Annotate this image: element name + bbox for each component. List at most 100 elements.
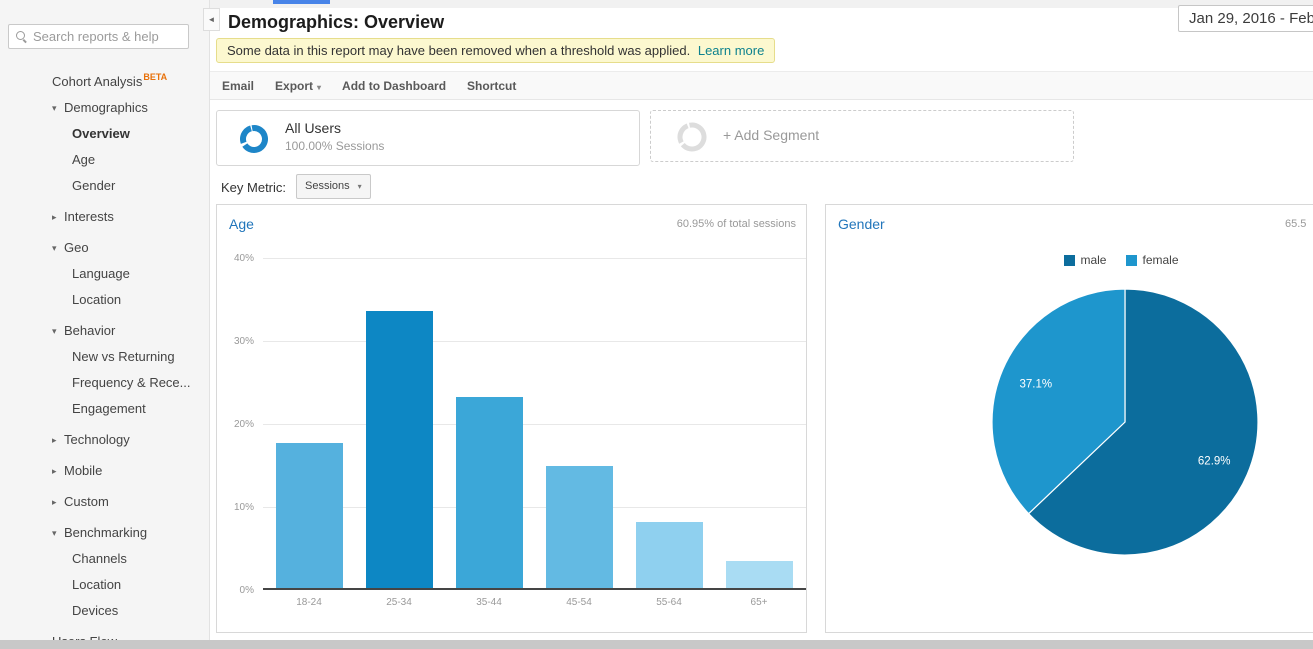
- sidebar-item-custom[interactable]: ▸Custom: [0, 489, 209, 515]
- age-card-title-link[interactable]: Age: [229, 216, 254, 232]
- key-metric-dropdown[interactable]: Sessions ▾: [296, 174, 371, 199]
- y-tick-label: 10%: [217, 502, 254, 513]
- sidebar-item-mobile[interactable]: ▸Mobile: [0, 458, 209, 484]
- sidebar-item-label: Frequency & Rece...: [72, 375, 191, 390]
- age-chart-card: Age 60.95% of total sessions 40% 30% 20% 10…: [216, 204, 807, 633]
- sidebar-item-benchmarking[interactable]: ▾Benchmarking: [0, 520, 209, 546]
- date-range-selector[interactable]: Jan 29, 2016 - Feb: [1178, 5, 1313, 32]
- x-tick-label: 35-44: [444, 597, 534, 608]
- toolbar-add-to-dashboard-button[interactable]: Add to Dashboard: [342, 79, 446, 93]
- sidebar-item-cohort-analysis[interactable]: Cohort AnalysisBETA: [0, 64, 209, 90]
- gender-pie-chart: 62.9% 37.1%: [826, 205, 1313, 634]
- segment-name: All Users: [285, 120, 341, 136]
- add-segment-button[interactable]: + Add Segment: [650, 110, 1074, 162]
- sidebar-item-label: Gender: [72, 178, 115, 193]
- x-tick-label: 25-34: [354, 597, 444, 608]
- chevron-down-icon: ▾: [52, 235, 64, 261]
- sidebar-item-label: Cohort Analysis: [52, 74, 142, 89]
- key-metric-value: Sessions: [305, 180, 350, 192]
- gridline: [263, 258, 806, 259]
- sidebar-item-engagement[interactable]: Engagement: [0, 396, 209, 422]
- bar-55-64[interactable]: [636, 522, 703, 588]
- search-input[interactable]: [33, 29, 181, 44]
- bar-65[interactable]: [726, 561, 793, 588]
- key-metric-label: Key Metric:: [221, 180, 286, 195]
- pie-slice-value-label: 62.9%: [1198, 455, 1231, 467]
- bar-25-34[interactable]: [366, 311, 433, 588]
- toolbar-button-label: Shortcut: [467, 79, 516, 93]
- sidebar-item-overview[interactable]: Overview: [0, 121, 209, 147]
- y-tick-label: 30%: [217, 336, 254, 347]
- y-tick-label: 20%: [217, 419, 254, 430]
- x-tick-label: 45-54: [534, 597, 624, 608]
- segment-detail: 100.00% Sessions: [285, 139, 384, 153]
- chevron-down-icon: ▾: [52, 95, 64, 121]
- x-tick-label: 65+: [714, 597, 804, 608]
- top-strip: [210, 0, 1313, 8]
- sidebar-item-label: New vs Returning: [72, 349, 175, 364]
- bar-18-24[interactable]: [276, 443, 343, 588]
- chevron-down-icon: ▾: [358, 182, 362, 191]
- chevron-right-icon: ▸: [52, 204, 64, 230]
- sidebar-item-label: Devices: [72, 603, 118, 618]
- x-tick-label: 55-64: [624, 597, 714, 608]
- sidebar-item-behavior[interactable]: ▾Behavior: [0, 318, 209, 344]
- sidebar-item-age[interactable]: Age: [0, 147, 209, 173]
- learn-more-link[interactable]: Learn more: [698, 43, 764, 58]
- ga-demographics-overview-page: Cohort AnalysisBETA ▾Demographics Overview…: [0, 0, 1313, 649]
- sidebar-item-label: Technology: [64, 432, 130, 447]
- toolbar-export-button[interactable]: Export▾: [275, 79, 321, 93]
- toolbar-shortcut-button[interactable]: Shortcut: [467, 79, 516, 93]
- gridline: [263, 424, 806, 425]
- add-segment-donut-icon: [676, 121, 708, 153]
- beta-badge: BETA: [143, 72, 167, 82]
- horizontal-scrollbar-track[interactable]: [0, 640, 1313, 649]
- sidebar-item-label: Age: [72, 152, 95, 167]
- sidebar-item-geo[interactable]: ▾Geo: [0, 235, 209, 261]
- sidebar-item-label: Location: [72, 577, 121, 592]
- age-y-axis: 40%30%20%10%0%: [217, 258, 257, 590]
- add-segment-label: + Add Segment: [723, 127, 819, 143]
- sidebar-item-frequency-rece[interactable]: Frequency & Rece...: [0, 370, 209, 396]
- sidebar-item-technology[interactable]: ▸Technology: [0, 427, 209, 453]
- notice-text: Some data in this report may have been r…: [227, 43, 690, 58]
- bar-35-44[interactable]: [456, 397, 523, 588]
- sidebar-item-label: Language: [72, 266, 130, 281]
- x-tick-label: 18-24: [264, 597, 354, 608]
- chevron-right-icon: ▸: [52, 427, 64, 453]
- sidebar-item-gender[interactable]: Gender: [0, 173, 209, 199]
- sidebar-item-devices[interactable]: Devices: [0, 598, 209, 624]
- sidebar-item-location[interactable]: Location: [0, 572, 209, 598]
- horizontal-scrollbar-thumb[interactable]: [0, 640, 1313, 649]
- sidebar-item-label: Mobile: [64, 463, 102, 478]
- sidebar-item-language[interactable]: Language: [0, 261, 209, 287]
- toolbar-button-label: Email: [222, 79, 254, 93]
- sidebar-item-label: Location: [72, 292, 121, 307]
- chevron-right-icon: ▸: [52, 489, 64, 515]
- sidebar-item-label: Overview: [72, 126, 130, 141]
- sidebar-item-label: Geo: [64, 240, 89, 255]
- search-box[interactable]: [8, 24, 189, 49]
- sidebar-item-new-vs-returning[interactable]: New vs Returning: [0, 344, 209, 370]
- sidebar-item-channels[interactable]: Channels: [0, 546, 209, 572]
- toolbar-email-button[interactable]: Email: [222, 79, 254, 93]
- toolbar-button-label: Add to Dashboard: [342, 79, 446, 93]
- y-tick-label: 40%: [217, 253, 254, 264]
- sidebar-item-label: Interests: [64, 209, 114, 224]
- chevron-down-icon: ▾: [52, 520, 64, 546]
- active-tab-indicator: [273, 0, 330, 4]
- segment-all-users[interactable]: All Users 100.00% Sessions: [216, 110, 640, 166]
- pie-slice-value-label: 37.1%: [1019, 379, 1052, 391]
- sidebar-item-label: Channels: [72, 551, 127, 566]
- sidebar: Cohort AnalysisBETA ▾Demographics Overview…: [0, 0, 210, 649]
- sidebar-collapse-button[interactable]: ◄: [203, 8, 220, 31]
- age-card-subtitle: 60.95% of total sessions: [677, 218, 796, 230]
- sidebar-item-interests[interactable]: ▸Interests: [0, 204, 209, 230]
- sidebar-item-label: Custom: [64, 494, 109, 509]
- chevron-down-icon: ▾: [52, 318, 64, 344]
- sidebar-item-label: Benchmarking: [64, 525, 147, 540]
- sidebar-item-location[interactable]: Location: [0, 287, 209, 313]
- bar-45-54[interactable]: [546, 466, 613, 588]
- sidebar-item-demographics[interactable]: ▾Demographics: [0, 95, 209, 121]
- sidebar-nav: Cohort AnalysisBETA ▾Demographics Overview…: [0, 64, 209, 649]
